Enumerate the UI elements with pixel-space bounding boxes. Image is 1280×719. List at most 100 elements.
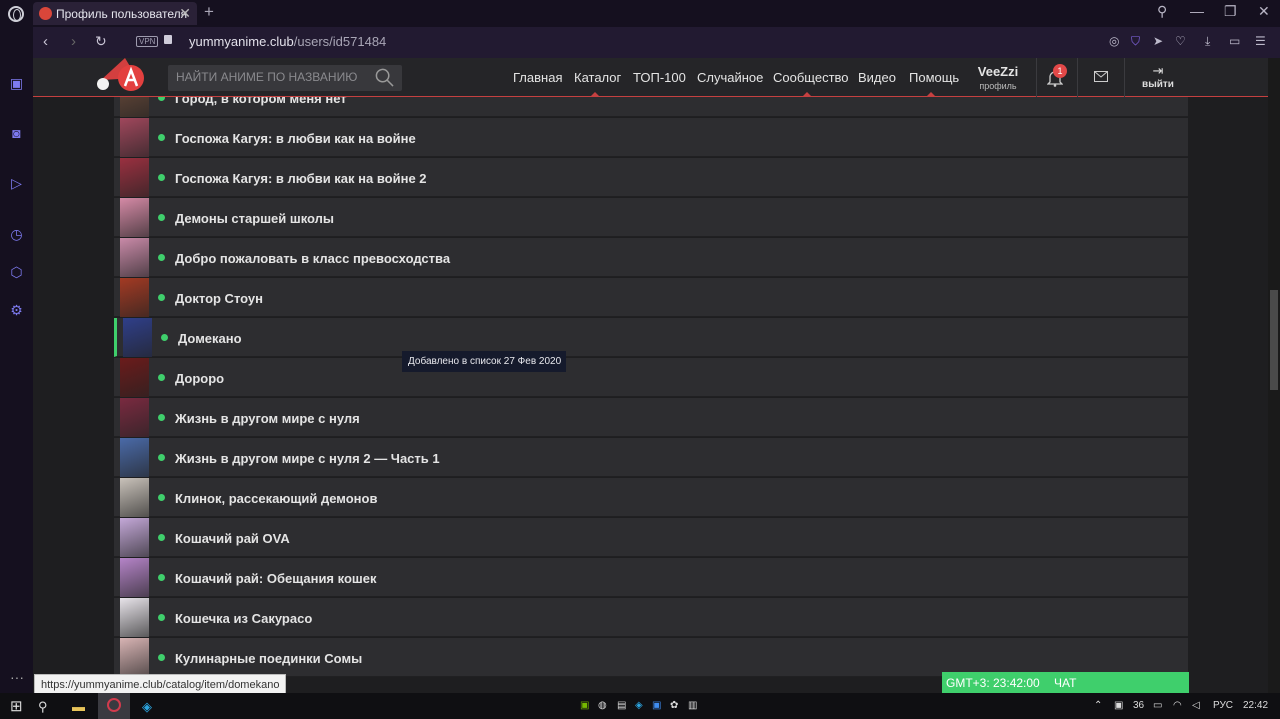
browser-tab-profile[interactable]: Профиль пользователя ✕ xyxy=(33,2,197,25)
menu-video[interactable]: Видео xyxy=(858,70,896,85)
opera-menu-icon[interactable] xyxy=(8,6,24,22)
nvidia-tray-icon[interactable]: ▣ xyxy=(1114,700,1123,711)
anime-poster[interactable] xyxy=(120,398,149,437)
page-scrollbar[interactable] xyxy=(1268,58,1280,693)
anime-title-link[interactable]: Кулинарные поединки Сомы xyxy=(175,651,362,666)
menu-catalog[interactable]: Каталог xyxy=(574,70,621,85)
menu-help[interactable]: Помощь xyxy=(909,70,959,85)
anime-title-link[interactable]: Добро пожаловать в класс превосходства xyxy=(175,251,450,266)
anime-poster[interactable] xyxy=(120,598,149,637)
anime-list-row[interactable]: Кошачий рай OVA xyxy=(114,518,1188,557)
telegram-icon[interactable]: ◈ xyxy=(142,699,152,715)
anime-title-link[interactable]: Кошачий рай OVA xyxy=(175,531,290,546)
anime-list-row[interactable]: Жизнь в другом мире с нуля xyxy=(114,398,1188,437)
easy-setup-icon[interactable]: ☰ xyxy=(1255,34,1266,48)
back-icon[interactable]: ‹ xyxy=(43,33,48,50)
anime-title-link[interactable]: Дороро xyxy=(175,371,224,386)
disk-tray-icon[interactable]: ▥ xyxy=(688,700,697,711)
anime-poster[interactable] xyxy=(120,118,149,157)
twitch-icon[interactable]: ▣ xyxy=(8,75,25,92)
telegram-tray-icon[interactable]: ◈ xyxy=(635,700,643,711)
taskbar-search-icon[interactable]: ⚲ xyxy=(38,699,48,715)
anime-list-row[interactable]: Жизнь в другом мире с нуля 2 — Часть 1 xyxy=(114,438,1188,477)
player-icon[interactable]: ▷ xyxy=(8,175,25,192)
battery-icon[interactable]: ▭ xyxy=(1229,34,1240,48)
anime-poster[interactable] xyxy=(120,558,149,597)
user-profile-link[interactable]: VeeZzi профиль xyxy=(967,64,1029,91)
tab-search-icon[interactable]: ⚲ xyxy=(1157,3,1167,20)
ime-icon[interactable]: ▤ xyxy=(617,700,626,711)
taskbar-opera-app[interactable] xyxy=(98,693,130,719)
anime-poster[interactable] xyxy=(123,318,152,357)
volume-icon[interactable]: ◁ xyxy=(1192,700,1200,711)
anime-poster[interactable] xyxy=(120,278,149,317)
new-tab-icon[interactable]: + xyxy=(204,2,214,22)
anime-list-row[interactable]: Кошечка из Сакурасо xyxy=(114,598,1188,637)
anime-list-row[interactable]: Домекано xyxy=(114,318,1188,357)
heart-icon[interactable]: ♡ xyxy=(1175,34,1186,48)
anime-list-row[interactable]: Демоны старшей школы xyxy=(114,198,1188,237)
anime-list-row[interactable]: Госпожа Кагуя: в любви как на войне 2 xyxy=(114,158,1188,197)
anime-poster[interactable] xyxy=(120,158,149,197)
site-logo-icon[interactable] xyxy=(95,58,153,100)
close-window-icon[interactable]: ✕ xyxy=(1258,3,1270,20)
tray-arrow-icon[interactable]: ⌃ xyxy=(1094,700,1102,711)
file-explorer-icon[interactable]: ▬ xyxy=(72,699,85,714)
anime-title-link[interactable]: Демоны старшей школы xyxy=(175,211,334,226)
anime-poster[interactable] xyxy=(120,438,149,477)
anime-list-row[interactable]: Добро пожаловать в класс превосходства xyxy=(114,238,1188,277)
send-icon[interactable]: ➤ xyxy=(1153,34,1163,48)
menu-top100[interactable]: ТОП-100 xyxy=(633,70,686,85)
menu-home[interactable]: Главная xyxy=(513,70,562,85)
anime-title-link[interactable]: Кошечка из Сакурасо xyxy=(175,611,312,626)
steam-icon[interactable]: ◍ xyxy=(598,700,607,711)
minimize-icon[interactable]: — xyxy=(1190,3,1204,19)
anime-poster[interactable] xyxy=(120,478,149,517)
anime-list-row[interactable]: Госпожа Кагуя: в любви как на войне xyxy=(114,118,1188,157)
search-input[interactable] xyxy=(176,70,366,84)
anime-list-row[interactable]: Дороро xyxy=(114,358,1188,397)
anime-poster[interactable] xyxy=(120,238,149,277)
mail-icon[interactable] xyxy=(1094,71,1108,82)
windows-start-icon[interactable]: ⊞ xyxy=(10,697,23,715)
clock[interactable]: 22:42 xyxy=(1243,700,1268,711)
photoshop-icon[interactable]: ▣ xyxy=(652,700,661,711)
url-field[interactable]: yummyanime.club/users/id571484 xyxy=(189,34,386,49)
anime-title-link[interactable]: Жизнь в другом мире с нуля 2 — Часть 1 xyxy=(175,451,440,466)
lock-icon[interactable] xyxy=(164,35,172,44)
logout-button[interactable]: ⇥ выйти xyxy=(1134,63,1182,90)
menu-community[interactable]: Сообщество xyxy=(773,70,849,85)
anime-title-link[interactable]: Госпожа Кагуя: в любви как на войне xyxy=(175,131,416,146)
vpn-badge[interactable]: VPN xyxy=(136,36,159,47)
menu-random[interactable]: Случайное xyxy=(697,70,763,85)
anime-title-link[interactable]: Жизнь в другом мире с нуля xyxy=(175,411,360,426)
anime-poster[interactable] xyxy=(120,518,149,557)
network-icon[interactable]: ▭ xyxy=(1153,700,1162,711)
extensions-icon[interactable]: ⬡ xyxy=(8,264,25,281)
language-indicator[interactable]: РУС xyxy=(1213,700,1233,711)
tab-close-icon[interactable]: ✕ xyxy=(179,5,191,22)
anime-title-link[interactable]: Госпожа Кагуя: в любви как на войне 2 xyxy=(175,171,427,186)
anime-poster[interactable] xyxy=(120,638,149,677)
nvidia-icon[interactable]: ▣ xyxy=(580,700,589,711)
more-icon[interactable]: ··· xyxy=(10,669,24,685)
scrollbar-thumb[interactable] xyxy=(1270,290,1278,390)
anime-poster[interactable] xyxy=(120,198,149,237)
settings-gear-icon[interactable]: ⚙ xyxy=(8,302,25,319)
anime-title-link[interactable]: Кошачий рай: Обещания кошек xyxy=(175,571,376,586)
search-box[interactable] xyxy=(168,65,402,91)
anime-list-row[interactable]: Доктор Стоун xyxy=(114,278,1188,317)
anime-poster[interactable] xyxy=(120,358,149,397)
anime-title-link[interactable]: Домекано xyxy=(178,331,242,346)
history-icon[interactable]: ◷ xyxy=(8,226,25,243)
anime-list-row[interactable]: Клинок, рассекающий демонов xyxy=(114,478,1188,517)
search-icon[interactable] xyxy=(375,68,394,87)
anime-title-link[interactable]: Доктор Стоун xyxy=(175,291,263,306)
snapshot-icon[interactable]: ◎ xyxy=(1109,34,1119,48)
instagram-icon[interactable]: ◙ xyxy=(8,125,25,142)
chat-bar[interactable]: GMT+3: 23:42:00 ЧАТ xyxy=(942,672,1189,694)
restore-icon[interactable]: ❐ xyxy=(1224,3,1237,20)
anime-title-link[interactable]: Клинок, рассекающий демонов xyxy=(175,491,377,506)
download-icon[interactable]: ⤓ xyxy=(1205,34,1210,49)
anime-list-row[interactable]: Кошачий рай: Обещания кошек xyxy=(114,558,1188,597)
